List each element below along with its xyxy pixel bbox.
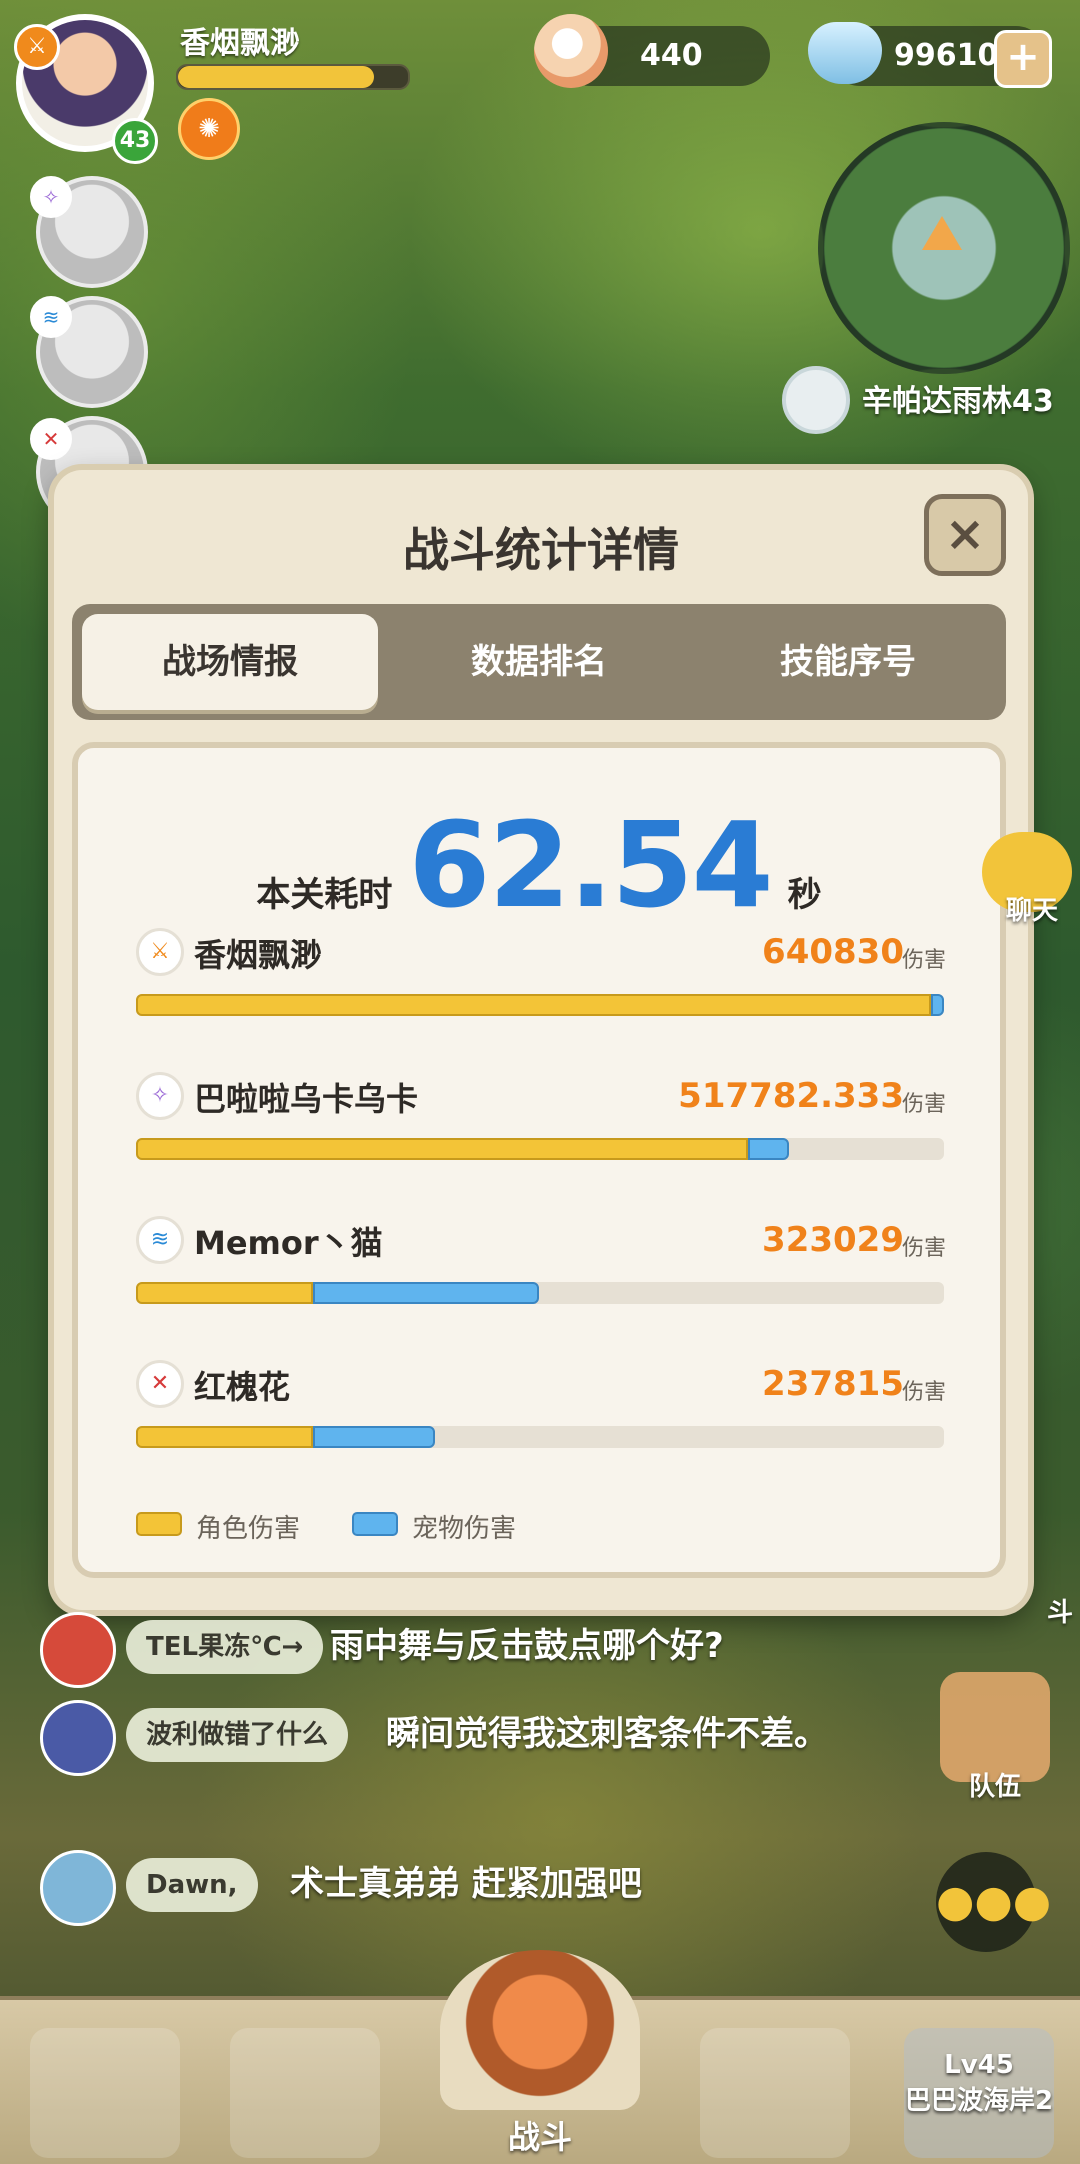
time-value: 62.54 [408,796,773,934]
tab-bar: 战场情报 数据排名 技能序号 [72,604,1006,720]
damage-value: 323029 [762,1220,904,1260]
swirl-class-icon: ✧ [136,1072,184,1120]
wave-class-icon: ≋ [136,1216,184,1264]
pet-damage-bar [748,1138,789,1160]
location-name: 辛帕达雨林43 [862,384,1054,419]
chat-avatar[interactable] [40,1700,116,1776]
damage-bar [136,1138,944,1160]
battle-stats-panel: 战斗统计详情 × 战场情报 数据排名 技能序号 本关耗时 62.54 秒 ⚔ 香烟飘渺… [54,470,1028,1610]
role-damage-bar [136,1282,313,1304]
pet-damage-bar [313,1282,539,1304]
pet-damage-bar [313,1426,435,1448]
damage-bar [136,1282,944,1304]
nav-character-2[interactable] [230,2028,380,2158]
shield-class-icon: ✕ [30,418,72,460]
player-level-badge: 43 [112,118,158,164]
role-damage-bar [136,1138,748,1160]
panel-title: 战斗统计详情 [403,523,679,577]
legend-pet-swatch [352,1512,398,1536]
damage-unit: 伤害 [901,1092,946,1117]
nav-character-3[interactable] [700,2028,850,2158]
axe-class-icon: ⚔ [136,928,184,976]
battle-nav-label[interactable]: 战斗 [440,2112,640,2158]
player-name: Memor丶猫 [194,1224,383,1262]
damage-row: ✕ 红槐花 237815 伤害 [136,1360,946,1480]
chat-bubble-icon[interactable]: ●●● [936,1852,1051,1952]
pearl-shell-icon [534,14,608,88]
role-damage-bar [136,994,931,1016]
pet-damage-bar [931,994,944,1016]
chat-avatar[interactable] [40,1612,116,1688]
time-unit: 秒 [787,875,822,915]
axe-class-icon: ⚔ [14,24,60,70]
buff-icon[interactable]: ✺ [178,98,240,160]
legend-pet-label: 宠物伤害 [412,1514,517,1544]
hp-bar [176,64,410,90]
battle-totem-icon[interactable] [440,1950,640,2110]
damage-value: 517782.333 [678,1076,904,1116]
damage-row: ≋ Memor丶猫 323029 伤害 [136,1216,946,1336]
role-damage-bar [136,1426,313,1448]
damage-row: ⚔ 香烟飘渺 640830 伤害 [136,928,946,1048]
hp-bar-fill [178,66,374,88]
damage-bar [136,994,944,1016]
legend-role-swatch [136,1512,182,1536]
fight-side-label[interactable]: 斗 [1040,1592,1080,1629]
chat-text: 雨中舞与反击鼓点哪个好? [330,1626,724,1666]
lock-place: 巴巴波海岸2 [904,2086,1054,2116]
locked-area-label: Lv45 巴巴波海岸2 [904,2050,1054,2117]
chat-text: 瞬间觉得我这刺客条件不差。 [386,1714,828,1754]
chat-sender[interactable]: 波利做错了什么 [126,1708,349,1762]
damage-unit: 伤害 [901,1236,946,1261]
chat-text: 术士真弟弟 赶紧加强吧 [290,1864,642,1904]
time-row: 本关耗时 62.54 秒 [78,796,1000,934]
player-name: 红槐花 [194,1368,291,1406]
damage-value: 640830 [762,932,904,972]
damage-unit: 伤害 [901,948,946,973]
damage-value: 237815 [762,1364,904,1404]
add-currency-button[interactable]: + [994,30,1052,88]
team-side-label[interactable]: 队伍 [950,1766,1040,1803]
chat-sender[interactable]: TEL果冻℃→ [126,1620,324,1674]
gem-icon [808,22,882,84]
damage-row: ✧ 巴啦啦乌卡乌卡 517782.333 伤害 [136,1072,946,1192]
stats-content: 本关耗时 62.54 秒 ⚔ 香烟飘渺 640830 伤害 ✧ 巴啦啦乌卡乌卡 517782.3… [72,742,1006,1578]
damage-bar [136,1426,944,1448]
pearl-count: 440 [640,38,703,73]
damage-unit: 伤害 [901,1380,946,1405]
lock-level: Lv45 [944,2050,1014,2080]
time-label: 本关耗时 [256,875,393,915]
close-button[interactable]: × [924,494,1006,576]
swirl-class-icon: ✧ [30,176,72,218]
wave-class-icon: ≋ [30,296,72,338]
chat-avatar[interactable] [40,1850,116,1926]
player-name: 香烟飘渺 [180,26,300,61]
nav-character-1[interactable] [30,2028,180,2158]
player-name: 巴啦啦乌卡乌卡 [194,1080,419,1118]
player-position-arrow-icon [922,216,962,250]
player-name: 香烟飘渺 [194,936,323,974]
tab-data-ranking[interactable]: 数据排名 [391,614,687,710]
tab-skill-order[interactable]: 技能序号 [700,614,996,710]
location-shell-icon [782,366,850,434]
tab-battlefield-info[interactable]: 战场情报 [82,614,378,710]
chat-side-label[interactable]: 聊天 [994,890,1070,927]
shield-class-icon: ✕ [136,1360,184,1408]
chat-sender[interactable]: Dawn, [126,1858,258,1912]
legend-role-label: 角色伤害 [196,1514,301,1544]
gem-count: 99610 [894,38,999,73]
